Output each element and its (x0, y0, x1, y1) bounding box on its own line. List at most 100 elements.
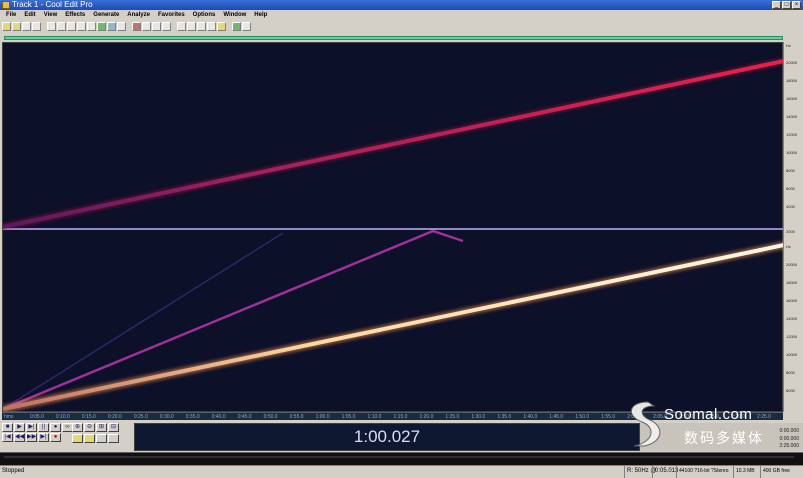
fast-forward-button[interactable]: ▶▶ (26, 433, 37, 442)
menu-help[interactable]: Help (250, 10, 271, 20)
zoom-vertical-in-icon[interactable] (96, 434, 107, 443)
time-tick: 0:50.0 (263, 414, 278, 420)
menu-window[interactable]: Window (219, 10, 250, 20)
play-looped-button[interactable]: ● (50, 423, 61, 432)
pause-button[interactable]: || (38, 423, 49, 432)
menu-view[interactable]: View (40, 10, 62, 20)
go-to-end-button[interactable]: ▶| (38, 433, 49, 442)
properties-icon[interactable] (242, 22, 251, 31)
menu-generate[interactable]: Generate (89, 10, 123, 20)
rewind-button[interactable]: ◀◀ (14, 433, 25, 442)
save-icon[interactable] (22, 22, 31, 31)
time-tick: 0:40.0 (211, 414, 226, 420)
cd-icon[interactable] (232, 22, 241, 31)
status-free-space: 400 GB free (760, 466, 792, 478)
frequency-ruler: Hz 20000 18000 16000 14000 12000 10000 8… (783, 42, 803, 412)
zoom-in-right-icon[interactable] (84, 434, 95, 443)
time-tick: 1:55.0 (601, 414, 616, 420)
time-tick: 1:40.0 (523, 414, 538, 420)
menu-options[interactable]: Options (189, 10, 220, 20)
delete-icon[interactable] (117, 22, 126, 31)
time-tick: 1:10.0 (367, 414, 382, 420)
freq-tick: Hz (786, 43, 791, 48)
mode-toggle-button[interactable] (2, 22, 11, 31)
envelope-icon[interactable] (187, 22, 196, 31)
zoom-selection-icon[interactable]: ⊟ (108, 423, 119, 432)
time-tick: 1:35.0 (497, 414, 512, 420)
trim-icon[interactable] (107, 22, 116, 31)
status-state: Stopped (2, 468, 25, 474)
menu-edit[interactable]: Edit (20, 10, 39, 20)
time-tick: 0:05.0 (29, 414, 44, 420)
zoom-controls: ⊕ ⊖ ⊞ ⊟ (72, 423, 119, 444)
freq-tick: 8000 (786, 168, 795, 173)
time-tick: 1:05.0 (341, 414, 356, 420)
spectral-view[interactable] (2, 42, 784, 413)
open-file-icon[interactable] (12, 22, 21, 31)
level-meter (0, 452, 803, 465)
time-tick: 0:20.0 (107, 414, 122, 420)
waveform-view-icon[interactable] (132, 22, 141, 31)
menu-analyze[interactable]: Analyze (123, 10, 154, 20)
window-controls: _ □ × (772, 1, 801, 9)
menu-effects[interactable]: Effects (61, 10, 89, 20)
freq-tick: 10000 (786, 352, 798, 357)
play-button[interactable]: ▶ (14, 423, 25, 432)
time-tick: 0:30.0 (159, 414, 174, 420)
noise-reduction-icon[interactable] (217, 22, 226, 31)
redo-icon[interactable] (57, 22, 66, 31)
amplify-icon[interactable] (177, 22, 186, 31)
time-tick: 1:30.0 (471, 414, 486, 420)
status-size: 10.3 MB (733, 466, 757, 478)
upper-sweep (3, 59, 784, 229)
time-tick: 0:55.0 (289, 414, 304, 420)
mix-paste-icon[interactable] (97, 22, 106, 31)
menu-file[interactable]: File (2, 10, 20, 20)
status-format: 44100 ?16-bit ?Stereo (676, 466, 730, 478)
close-button[interactable]: × (792, 1, 801, 9)
minimize-button[interactable]: _ (772, 1, 781, 9)
cut-icon[interactable] (67, 22, 76, 31)
menu-bar: File Edit View Effects Generate Analyze … (0, 10, 803, 20)
freq-tick: 20000 (786, 262, 798, 267)
zoom-in-icon[interactable]: ⊕ (72, 423, 83, 432)
status-bar: Stopped R: 50Hz @ 0:05.013 44100 ?16-bit… (0, 465, 803, 478)
freq-tick: 4000 (786, 204, 795, 209)
go-to-start-button[interactable]: |◀ (2, 433, 13, 442)
time-tick: 0:45.0 (237, 414, 252, 420)
maximize-button[interactable]: □ (782, 1, 791, 9)
freq-tick: 6000 (786, 388, 795, 393)
time-tick: 1:25.0 (445, 414, 460, 420)
freq-tick: 20000 (786, 60, 798, 65)
transport-controls: ■ ▶ ▶| || ● ∞ |◀ ◀◀ ▶▶ ▶| ● ⊕ ⊖ ⊞ ⊟ (2, 423, 132, 451)
zoom-in-left-icon[interactable] (72, 434, 83, 443)
statistics-icon[interactable] (162, 22, 171, 31)
play-to-end-button[interactable]: ▶| (26, 423, 37, 432)
spectrogram-svg (3, 57, 784, 413)
copy-icon[interactable] (77, 22, 86, 31)
normalize-icon[interactable] (197, 22, 206, 31)
filter-icon[interactable] (207, 22, 216, 31)
time-display: 1:00.027 (134, 423, 640, 451)
zoom-vertical-out-icon[interactable] (108, 434, 119, 443)
menu-favorites[interactable]: Favorites (154, 10, 189, 20)
time-tick: 1:45.0 (549, 414, 564, 420)
frequency-analysis-icon[interactable] (152, 22, 161, 31)
save-as-icon[interactable] (32, 22, 41, 31)
time-tick: 0:10.0 (55, 414, 70, 420)
app-icon (2, 1, 10, 9)
overview-bar[interactable] (4, 36, 783, 40)
spectral-view-icon[interactable] (142, 22, 151, 31)
undo-icon[interactable] (47, 22, 56, 31)
record-button[interactable]: ● (50, 433, 61, 442)
paste-icon[interactable] (87, 22, 96, 31)
freq-tick: 10000 (786, 150, 798, 155)
freq-tick: 12000 (786, 334, 798, 339)
time-tick: 1:20.0 (419, 414, 434, 420)
freq-tick: 18000 (786, 280, 798, 285)
zoom-out-icon[interactable]: ⊖ (84, 423, 95, 432)
zoom-full-icon[interactable]: ⊞ (96, 423, 107, 432)
stop-button[interactable]: ■ (2, 423, 13, 432)
title-bar: Track 1 - Cool Edit Pro _ □ × (0, 0, 803, 10)
time-tick: 1:15.0 (393, 414, 408, 420)
